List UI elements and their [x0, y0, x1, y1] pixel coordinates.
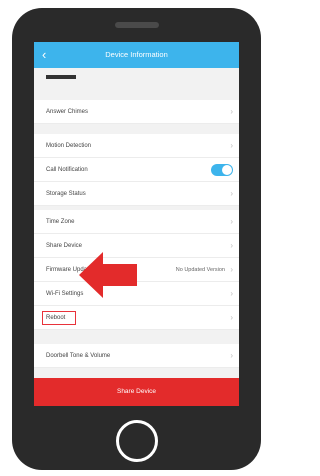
phone-speaker — [115, 22, 159, 28]
pointer-arrow-icon — [79, 252, 137, 298]
firmware-status: No Updated Version — [175, 267, 225, 273]
chevron-right-icon: › — [230, 351, 233, 360]
chevron-right-icon: › — [230, 107, 233, 116]
toggle-knob — [222, 165, 232, 175]
row-label: Storage Status — [46, 191, 86, 197]
chevron-right-icon: › — [230, 265, 233, 274]
share-device-button[interactable]: Share Device — [34, 378, 239, 406]
row-motion-detection[interactable]: Motion Detection › — [34, 134, 239, 158]
row-label: Time Zone — [46, 219, 75, 225]
row-answer-chimes[interactable]: Answer Chimes › — [34, 100, 239, 124]
row-label: Doorbell Tone & Volume — [46, 353, 111, 359]
chevron-right-icon: › — [230, 141, 233, 150]
chevron-right-icon: › — [230, 217, 233, 226]
chevron-right-icon: › — [230, 189, 233, 198]
chevron-right-icon: › — [230, 241, 233, 250]
row-label: Wi-Fi Settings — [46, 291, 84, 297]
device-thumbnail — [46, 75, 76, 79]
chevron-right-icon: › — [230, 313, 233, 322]
phone-screen: ‹ Device Information Answer Chimes › Mot… — [34, 42, 239, 406]
row-storage-status[interactable]: Storage Status › — [34, 182, 239, 206]
home-button[interactable] — [116, 420, 158, 462]
row-time-zone[interactable]: Time Zone › — [34, 210, 239, 234]
call-notification-toggle[interactable] — [211, 164, 233, 176]
row-doorbell-tone[interactable]: Doorbell Tone & Volume › — [34, 344, 239, 368]
chevron-right-icon: › — [230, 289, 233, 298]
row-label: Motion Detection — [46, 143, 92, 149]
row-label: Answer Chimes — [46, 109, 89, 115]
phone-frame: ‹ Device Information Answer Chimes › Mot… — [12, 8, 261, 470]
row-reboot[interactable]: Reboot › — [34, 306, 239, 330]
row-call-notification: Call Notification — [34, 158, 239, 182]
row-label: Reboot — [46, 315, 66, 321]
title-bar: ‹ Device Information — [34, 42, 239, 68]
row-label: Share Device — [46, 243, 83, 249]
page-title: Device Information — [105, 50, 168, 59]
row-label: Call Notification — [46, 167, 88, 173]
